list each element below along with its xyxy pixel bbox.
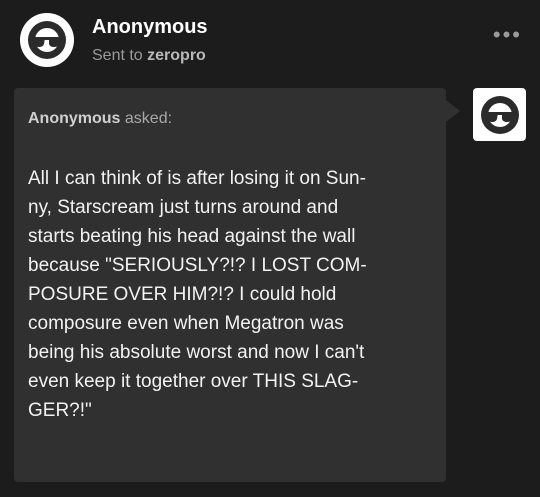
question-line: composure even when Megatron was	[28, 313, 344, 334]
asked-label: asked:	[124, 110, 173, 127]
question-line: All I can think of is after losing it on…	[28, 168, 366, 189]
anonymous-sunglasses-icon	[28, 21, 66, 59]
question-line: ny, Starscream just turns around and	[28, 197, 339, 218]
question-line: even keep it together over THIS SLAG-	[28, 371, 359, 392]
sent-to-label: Sent to	[92, 47, 143, 64]
author-name[interactable]: Anonymous	[92, 16, 208, 39]
asker-avatar	[473, 88, 526, 141]
post-header: Anonymous Sent to zeropro •••	[0, 0, 540, 86]
asker-name: Anonymous	[28, 110, 121, 127]
asker-line: Anonymous asked:	[28, 110, 172, 128]
question-line: POSURE OVER HIM?!? I could hold	[28, 284, 337, 305]
more-options-icon[interactable]: •••	[493, 24, 522, 46]
question-line: GER?!"	[28, 400, 92, 421]
question-line: because "SERIOUSLY?!? I LOST COM-	[28, 255, 367, 276]
recipient-name[interactable]: zeropro	[147, 47, 206, 64]
bubble-tail	[446, 100, 460, 122]
question-line: starts beating his head against the wall	[28, 226, 356, 247]
question-line: being his absolute worst and now I can't	[28, 342, 365, 363]
question-text: All I can think of is after losing it on…	[28, 164, 432, 425]
sent-to-line: Sent to zeropro	[92, 47, 206, 65]
anonymous-sunglasses-icon	[480, 95, 519, 134]
author-avatar[interactable]	[20, 13, 74, 67]
ask-bubble: Anonymous asked: All I can think of is a…	[14, 88, 446, 482]
